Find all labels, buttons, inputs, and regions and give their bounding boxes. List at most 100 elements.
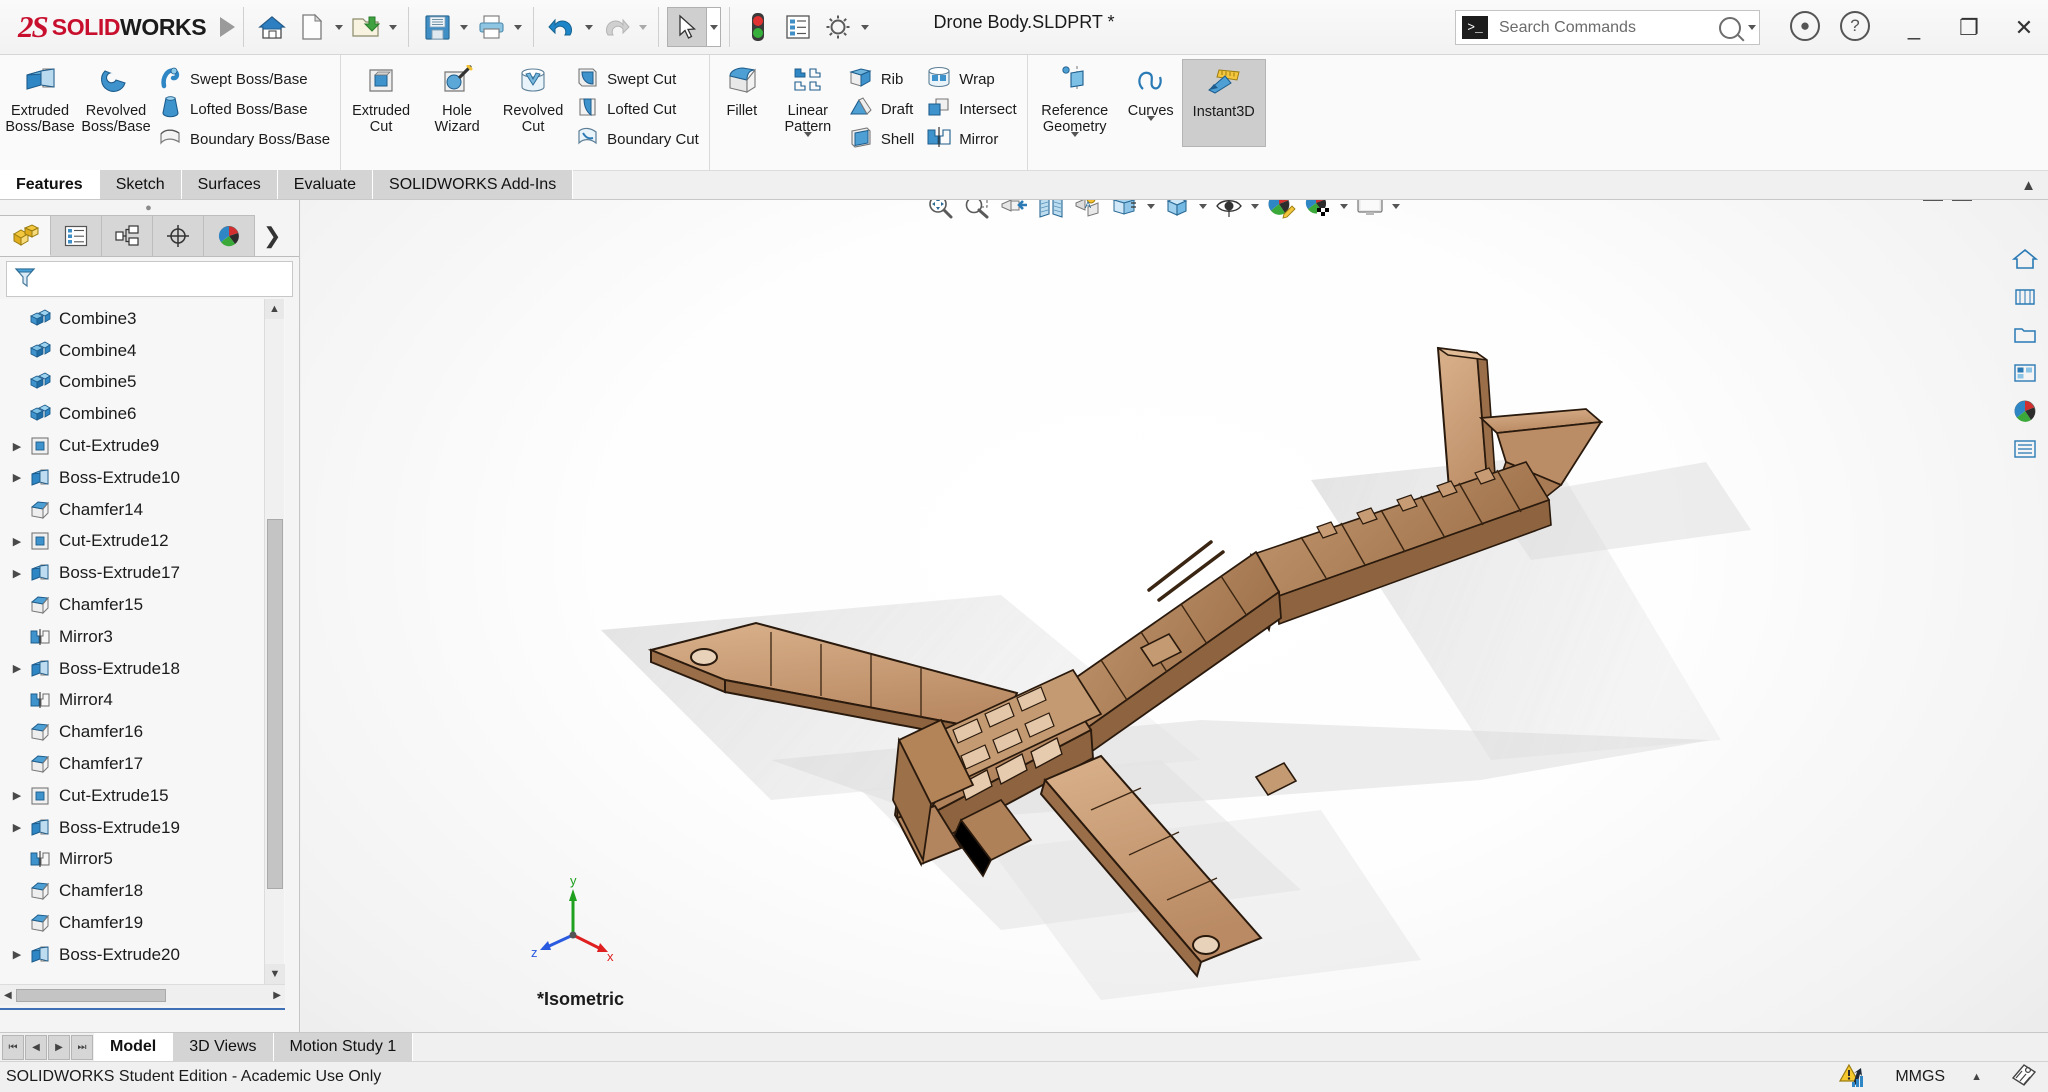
lofted-boss-base-button[interactable]: Lofted Boss/Base (154, 94, 338, 124)
tree-node[interactable]: Combine5 (0, 367, 285, 399)
tree-node[interactable]: Chamfer19 (0, 907, 285, 939)
intersect-button[interactable]: Intersect (922, 94, 1025, 124)
home-icon[interactable] (252, 7, 292, 47)
hole-wizard-button[interactable]: Hole Wizard (419, 59, 495, 135)
custom-tag-icon[interactable] (2008, 1062, 2038, 1092)
tree-expand-arrow-icon[interactable]: ▶ (8, 535, 26, 548)
tab-evaluate[interactable]: Evaluate (277, 170, 374, 199)
performance-warning-icon[interactable] (1839, 1062, 1869, 1092)
curves-dropdown[interactable] (1120, 116, 1182, 139)
print-dropdown[interactable] (511, 7, 525, 47)
minimize-icon[interactable]: _ (1890, 0, 1938, 55)
options-dropdown[interactable] (858, 7, 872, 47)
help-question-icon[interactable]: ? (1840, 11, 1870, 41)
manager-tabs-more-chevron-icon[interactable]: ❯ (255, 215, 299, 256)
revolved-cut-button[interactable]: Revolved Cut (495, 59, 571, 135)
save-dropdown[interactable] (457, 7, 471, 47)
dimxpert-manager-tab[interactable] (153, 215, 204, 256)
undo-dropdown[interactable] (582, 7, 596, 47)
mirror-button[interactable]: Mirror (922, 124, 1025, 154)
property-manager-tab[interactable] (51, 215, 102, 256)
next-tab-icon[interactable]: ▶ (48, 1034, 70, 1060)
hscrollbar-thumb[interactable] (15, 988, 166, 1002)
tree-node[interactable]: Chamfer14 (0, 494, 285, 526)
tree-node[interactable]: ▶ Boss-Extrude20 (0, 939, 285, 971)
tree-expand-arrow-icon[interactable]: ▶ (8, 567, 26, 580)
save-icon[interactable] (417, 7, 457, 47)
tree-node[interactable]: Combine6 (0, 398, 285, 430)
revolved-boss-base-button[interactable]: Revolved Boss/Base (78, 59, 154, 135)
tree-node[interactable]: Mirror5 (0, 844, 285, 876)
tree-expand-arrow-icon[interactable]: ▶ (8, 440, 26, 453)
user-account-icon[interactable]: ● (1790, 11, 1820, 41)
tree-node[interactable]: Chamfer18 (0, 875, 285, 907)
tab-surfaces[interactable]: Surfaces (181, 170, 278, 199)
linear-pattern-dropdown[interactable] (772, 132, 844, 155)
tree-node[interactable]: Combine3 (0, 303, 285, 335)
bottom-tab-motion-study[interactable]: Motion Study 1 (273, 1033, 414, 1061)
tree-node[interactable]: ▶ Boss-Extrude17 (0, 557, 285, 589)
scroll-down-arrow-icon[interactable]: ▼ (265, 964, 285, 984)
tree-expand-arrow-icon[interactable]: ▶ (8, 948, 26, 961)
extruded-cut-button[interactable]: Extruded Cut (343, 59, 419, 135)
units-dropdown-caret-icon[interactable]: ▲ (1971, 1071, 1982, 1083)
undo-icon[interactable] (542, 7, 582, 47)
menu-expand-arrow-icon[interactable] (220, 17, 235, 37)
options-gear-icon[interactable] (818, 7, 858, 47)
close-window-icon[interactable]: ✕ (2000, 0, 2048, 55)
graphics-viewport[interactable]: A y x z *Isometric (301, 200, 2048, 1032)
new-document-dropdown[interactable] (332, 7, 346, 47)
select-dropdown[interactable] (707, 7, 721, 47)
search-dropdown[interactable] (1745, 8, 1759, 48)
units-indicator[interactable]: MMGS (1895, 1068, 1945, 1086)
instant3d-button[interactable]: Instant3D (1181, 59, 1266, 147)
model-3d-view[interactable]: y x z (301, 200, 2048, 1032)
feature-tree-filter[interactable] (6, 261, 293, 297)
boundary-boss-base-button[interactable]: Boundary Boss/Base (154, 124, 338, 154)
scroll-right-arrow-icon[interactable]: ▶ (269, 990, 285, 1001)
fillet-button[interactable]: Fillet (712, 59, 772, 119)
search-input[interactable]: Search Commands (1499, 19, 1719, 37)
tab-sketch[interactable]: Sketch (99, 170, 182, 199)
tree-node[interactable]: ▶ Cut-Extrude12 (0, 526, 285, 558)
rib-button[interactable]: Rib (844, 64, 922, 94)
scrollbar-thumb[interactable] (267, 519, 283, 889)
tree-node[interactable]: Chamfer15 (0, 589, 285, 621)
panel-splitter-handle[interactable]: ● (0, 200, 299, 215)
tree-node[interactable]: Chamfer16 (0, 716, 285, 748)
wrap-button[interactable]: Wrap (922, 64, 1025, 94)
configuration-manager-tab[interactable] (102, 215, 153, 256)
tree-node[interactable]: ▶ Cut-Extrude15 (0, 780, 285, 812)
swept-boss-base-button[interactable]: Swept Boss/Base (154, 64, 338, 94)
feature-tree-scrollbar[interactable]: ▲ ▼ (264, 299, 285, 984)
tree-node[interactable]: Mirror3 (0, 621, 285, 653)
restore-window-icon[interactable]: ❐ (1945, 0, 1993, 55)
print-icon[interactable] (471, 7, 511, 47)
reference-geometry-dropdown[interactable] (1030, 132, 1120, 155)
tree-node[interactable]: ▶ Boss-Extrude10 (0, 462, 285, 494)
tree-expand-arrow-icon[interactable]: ▶ (8, 662, 26, 675)
open-dropdown[interactable] (386, 7, 400, 47)
tree-node[interactable]: Chamfer17 (0, 748, 285, 780)
search-icon[interactable] (1719, 16, 1741, 39)
tree-expand-arrow-icon[interactable]: ▶ (8, 471, 26, 484)
shell-button[interactable]: Shell (844, 124, 922, 154)
curves-button[interactable]: Curves (1120, 59, 1182, 139)
swept-cut-button[interactable]: Swept Cut (571, 64, 707, 94)
bottom-tab-model[interactable]: Model (94, 1033, 174, 1061)
open-folder-icon[interactable] (346, 7, 386, 47)
tab-features[interactable]: Features (0, 170, 100, 199)
tree-node[interactable]: ▶ Boss-Extrude18 (0, 653, 285, 685)
feature-tree[interactable]: Combine3 Combine4 Combine5 Combine6 ▶ Cut… (0, 299, 285, 984)
select-cursor-icon[interactable] (667, 7, 707, 47)
lofted-cut-button[interactable]: Lofted Cut (571, 94, 707, 124)
tab-solidworks-addins[interactable]: SOLIDWORKS Add-Ins (373, 170, 574, 199)
display-manager-tab[interactable] (204, 215, 255, 256)
feature-tree-hscrollbar[interactable]: ◀ ▶ (0, 984, 285, 1005)
rebuild-traffic-light-icon[interactable] (738, 7, 778, 47)
feature-manager-tab[interactable] (0, 215, 51, 256)
last-tab-icon[interactable]: ⏭ (71, 1034, 93, 1060)
scroll-left-arrow-icon[interactable]: ◀ (0, 990, 16, 1001)
extruded-boss-base-button[interactable]: Extruded Boss/Base (2, 59, 78, 135)
ribbon-collapse-chevron-icon[interactable]: ▲ (2021, 171, 2036, 200)
